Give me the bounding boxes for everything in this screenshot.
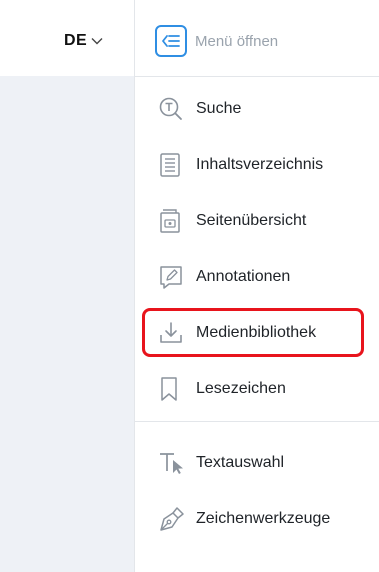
menu-item-label: Textauswahl [196, 454, 285, 471]
menu-item-label: Inhaltsverzeichnis [196, 156, 324, 173]
menu-item-label: Zeichenwerkzeuge [196, 510, 331, 527]
menu-item-suche[interactable]: Suche [150, 89, 360, 129]
text-select-icon [150, 443, 190, 483]
menu-item-seitenuebersicht[interactable]: Seitenübersicht [150, 201, 360, 241]
language-label: DE [64, 32, 88, 49]
page-overview-icon [150, 201, 190, 241]
menu-open-label: Menü öffnen [195, 32, 279, 50]
chevron-down-icon [91, 37, 103, 45]
menu-item-label: Seitenübersicht [196, 212, 307, 229]
menu-item-annotationen[interactable]: Annotationen [150, 257, 360, 297]
table-of-contents-icon [150, 145, 190, 185]
menu-item-label: Lesezeichen [196, 380, 286, 397]
menu-open-icon [155, 25, 187, 57]
menu-item-label: Annotationen [196, 268, 291, 285]
search-text-icon [150, 89, 190, 129]
annotation-icon [150, 257, 190, 297]
menu-item-inhaltsverzeichnis[interactable]: Inhaltsverzeichnis [150, 145, 360, 185]
bookmark-icon [150, 369, 190, 409]
panel-divider [134, 0, 135, 572]
pen-icon [150, 499, 190, 539]
menu-item-zeichenwerkzeuge[interactable]: Zeichenwerkzeuge [150, 499, 360, 539]
section-divider [135, 421, 379, 422]
header-divider [135, 76, 379, 77]
menu-item-label: Suche [196, 100, 242, 117]
menu-item-textauswahl[interactable]: Textauswahl [150, 443, 360, 483]
menu-open-button[interactable]: Menü öffnen [155, 24, 278, 58]
language-selector[interactable]: DE [64, 30, 103, 52]
highlight-box [142, 308, 364, 357]
left-panel-body [0, 76, 134, 572]
left-panel: DE [0, 0, 134, 572]
menu-item-lesezeichen[interactable]: Lesezeichen [150, 369, 360, 409]
